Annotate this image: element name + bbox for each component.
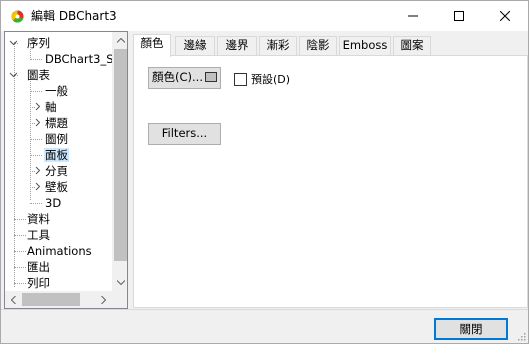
close-window-button[interactable] <box>482 1 528 31</box>
tree-item-label: 資料 <box>27 212 50 226</box>
tree-guide <box>14 219 26 220</box>
tree-guide <box>14 267 26 268</box>
tree-item-animations[interactable]: Animations <box>27 243 92 259</box>
tree-item-label: 一般 <box>45 84 68 98</box>
tab-label: 邊界 <box>225 38 249 52</box>
tree-guide <box>30 91 42 92</box>
expand-icon[interactable] <box>33 115 42 127</box>
tree-guide <box>30 203 42 204</box>
minimize-icon <box>408 15 418 17</box>
window-title: 編輯 DBChart3 <box>31 9 117 23</box>
tab-gradient[interactable]: 漸彩 <box>259 36 297 55</box>
close-button[interactable]: 關閉 <box>434 318 508 340</box>
checkbox-box[interactable] <box>234 72 247 86</box>
tree-item-label: 工具 <box>27 228 50 242</box>
expand-icon[interactable] <box>33 163 42 175</box>
scroll-left-icon[interactable] <box>5 291 22 308</box>
title-bar: 編輯 DBChart3 <box>1 1 528 31</box>
tree-guide <box>30 76 31 200</box>
tree-item-label: 標題 <box>45 116 68 130</box>
color-tab-panel: 顏色(C)... 預設(D) Filters... <box>133 55 528 308</box>
tab-label: 陰影 <box>306 38 330 52</box>
tree-item-label: 壁板 <box>45 180 68 194</box>
expand-icon[interactable] <box>33 99 42 111</box>
close-icon <box>500 11 510 21</box>
maximize-button[interactable] <box>436 1 482 31</box>
filters-button-label: Filters... <box>161 126 208 140</box>
tree-guide <box>14 283 26 284</box>
tree-item-label: Animations <box>27 244 92 258</box>
tree-item-print[interactable]: 列印 <box>27 275 50 291</box>
color-button[interactable]: 顏色(C)... <box>148 67 221 89</box>
tree-item-label: 3D <box>45 196 62 210</box>
tree-item-label: 面板 <box>44 148 69 162</box>
maximize-icon <box>454 11 464 21</box>
tree-guide <box>14 251 26 252</box>
tree-guide <box>30 139 42 140</box>
tree-guide <box>30 59 42 60</box>
tree-horizontal-scrollbar[interactable] <box>5 291 112 308</box>
collapse-icon[interactable] <box>9 35 18 46</box>
tree-item-label: 匯出 <box>27 260 50 274</box>
expand-icon[interactable] <box>33 179 42 191</box>
tree-item-panel[interactable]: 面板 <box>44 147 69 163</box>
tab-strip: 顏色 邊緣 邊界 漸彩 陰影 Emboss 圖案 <box>133 34 528 57</box>
scroll-corner <box>112 291 127 308</box>
tab-bevel[interactable]: 邊界 <box>217 36 257 55</box>
tab-emboss[interactable]: Emboss <box>339 36 391 55</box>
tree-guide <box>14 235 26 236</box>
settings-tree[interactable]: 序列 DBChart3_Se 圖表 一般 軸 標題 圖例 面板 分頁 壁板 3D… <box>4 31 128 309</box>
scroll-up-icon[interactable] <box>112 32 127 49</box>
tree-item-3d[interactable]: 3D <box>45 195 61 211</box>
tree-item-label: 圖表 <box>27 68 50 82</box>
color-swatch <box>204 72 217 82</box>
resize-grip-icon[interactable] <box>516 331 526 341</box>
tab-label: 圖案 <box>400 38 424 52</box>
tree-item-label: 序列 <box>27 36 50 50</box>
tree-guide <box>30 155 42 156</box>
tab-border[interactable]: 邊緣 <box>175 36 215 55</box>
close-button-label: 關閉 <box>459 322 483 336</box>
tab-label: 顏色 <box>140 36 164 50</box>
scroll-down-icon[interactable] <box>112 274 127 291</box>
tree-item-label: 分頁 <box>45 164 68 178</box>
tab-label: 漸彩 <box>266 38 290 52</box>
tree-item-general[interactable]: 一般 <box>45 83 68 99</box>
tab-label: Emboss <box>342 38 388 52</box>
tree-item-data[interactable]: 資料 <box>27 211 50 227</box>
default-checkbox[interactable]: 預設(D) <box>234 72 290 86</box>
minimize-button[interactable] <box>390 1 436 31</box>
filters-button[interactable]: Filters... <box>148 123 221 145</box>
tree-item-label: 列印 <box>27 276 50 290</box>
tree-item-label: 軸 <box>45 100 57 114</box>
vertical-scroll-thumb[interactable] <box>114 49 127 261</box>
editor-window: 編輯 DBChart3 序列 DBChart3_Se 圖表 一般 軸 標題 圖例… <box>0 0 529 344</box>
dialog-body: 序列 DBChart3_Se 圖表 一般 軸 標題 圖例 面板 分頁 壁板 3D… <box>1 31 528 343</box>
color-button-label: 顏色(C)... <box>152 70 203 84</box>
horizontal-scroll-thumb[interactable] <box>22 293 80 306</box>
tab-label: 邊緣 <box>183 38 207 52</box>
tree-vertical-scrollbar[interactable] <box>112 32 127 291</box>
tab-shadow[interactable]: 陰影 <box>299 36 337 55</box>
tree-item-label: DBChart3_Se <box>45 52 121 66</box>
tree-item-label: 圖例 <box>45 132 68 146</box>
tab-color[interactable]: 顏色 <box>133 34 171 57</box>
tree-item-tools[interactable]: 工具 <box>27 227 50 243</box>
footer-bar: 關閉 <box>1 309 528 343</box>
scroll-right-icon[interactable] <box>95 291 112 308</box>
tab-pattern[interactable]: 圖案 <box>393 36 431 55</box>
tree-item-export[interactable]: 匯出 <box>27 259 50 275</box>
app-icon <box>11 10 24 23</box>
tree-item-series-entry[interactable]: DBChart3_Se <box>45 51 121 67</box>
default-checkbox-label: 預設(D) <box>251 73 291 86</box>
collapse-icon[interactable] <box>9 67 18 78</box>
tree-item-legend[interactable]: 圖例 <box>45 131 68 147</box>
